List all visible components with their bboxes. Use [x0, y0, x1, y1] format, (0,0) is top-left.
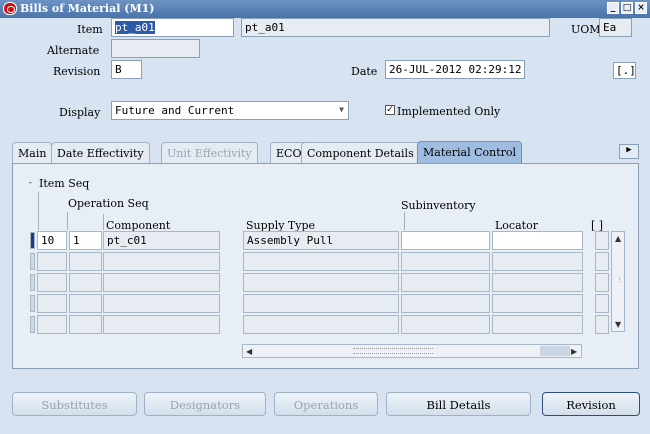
header-separator [404, 212, 405, 230]
scroll-thumb[interactable] [540, 346, 570, 356]
item-field[interactable]: pt_a01 [111, 18, 234, 37]
operation-seq-cell[interactable] [69, 315, 102, 334]
operation-seq-cell[interactable] [69, 252, 102, 271]
item-seq-cell[interactable] [37, 252, 67, 271]
scroll-right-icon[interactable]: ▶ [571, 347, 577, 356]
display-label: Display [59, 106, 101, 119]
title-bar: Bills of Material (M1) _ □ × [0, 0, 650, 18]
vertical-scrollbar[interactable]: ▲ ⋮ ▼ [611, 231, 625, 332]
display-value: Future and Current [115, 104, 235, 117]
item-seq-cell[interactable] [37, 294, 67, 313]
supply-type-cell[interactable] [243, 294, 399, 313]
date-field[interactable]: 26-JUL-2012 02:29:12 [385, 60, 525, 79]
subinventory-cell[interactable] [401, 231, 490, 250]
item-seq-cell[interactable]: 10 [37, 231, 67, 250]
item-seq-header: Item Seq [39, 177, 90, 190]
chevron-down-icon: ▼ [339, 105, 344, 114]
locator-cell[interactable] [492, 294, 583, 313]
alternate-label: Alternate [47, 44, 100, 57]
implemented-only-label: Implemented Only [397, 105, 501, 118]
uom-field[interactable]: Ea [599, 18, 632, 37]
operation-seq-header: Operation Seq [68, 197, 149, 210]
display-dropdown[interactable]: Future and Current ▼ [111, 101, 349, 120]
tab-scroll-right-icon[interactable]: ▶ [619, 144, 639, 159]
row-indicator[interactable] [30, 295, 35, 312]
scroll-left-icon[interactable]: ◀ [246, 347, 252, 356]
alternate-field[interactable] [111, 39, 200, 58]
close-icon[interactable]: × [635, 2, 647, 14]
item-seq-cell[interactable] [37, 315, 67, 334]
header-separator [103, 214, 104, 230]
scroll-grip-icon[interactable]: ⋮ [616, 276, 623, 284]
subinventory-cell[interactable] [401, 273, 490, 292]
row-indicator[interactable] [30, 316, 35, 333]
component-cell[interactable] [103, 315, 220, 334]
locator-cell[interactable] [492, 252, 583, 271]
tab-material-control[interactable]: Material Control [417, 141, 523, 163]
row-flexfield-cell[interactable] [595, 231, 609, 250]
tab-unit-effectivity[interactable]: Unit Effectivity [161, 142, 258, 163]
locator-cell[interactable] [492, 315, 583, 334]
row-indicator[interactable] [30, 274, 35, 291]
operations-button[interactable]: Operations [274, 392, 378, 416]
item-value: pt_a01 [115, 21, 155, 34]
header-separator [67, 212, 68, 230]
operation-seq-cell[interactable] [69, 273, 102, 292]
tab-main[interactable]: Main [12, 142, 53, 163]
row-flexfield-cell[interactable] [595, 252, 609, 271]
supply-type-cell[interactable]: Assembly Pull [243, 231, 399, 250]
item-label: Item [77, 23, 103, 36]
row-flexfield-cell[interactable] [595, 315, 609, 334]
collapse-icon[interactable]: - [29, 178, 32, 187]
tab-component-details[interactable]: Component Details [301, 142, 420, 163]
subinventory-header: Subinventory [401, 199, 476, 212]
descriptive-flexfield[interactable]: [.] [613, 62, 636, 79]
item-seq-cell[interactable] [37, 273, 67, 292]
scroll-grip-icon[interactable] [353, 348, 433, 354]
locator-cell[interactable] [492, 273, 583, 292]
operation-seq-cell[interactable] [69, 294, 102, 313]
revision-label: Revision [53, 65, 101, 78]
scroll-up-icon[interactable]: ▲ [615, 234, 621, 243]
locator-cell[interactable] [492, 231, 583, 250]
scroll-down-icon[interactable]: ▼ [615, 320, 621, 329]
operation-seq-cell[interactable]: 1 [69, 231, 102, 250]
maximize-icon[interactable]: □ [621, 2, 633, 14]
subinventory-cell[interactable] [401, 315, 490, 334]
subinventory-cell[interactable] [401, 252, 490, 271]
row-flexfield-cell[interactable] [595, 273, 609, 292]
header-separator [38, 192, 39, 230]
row-flexfield-cell[interactable] [595, 294, 609, 313]
component-cell[interactable]: pt_c01 [103, 231, 220, 250]
tab-date-effectivity[interactable]: Date Effectivity [51, 142, 150, 163]
supply-type-cell[interactable] [243, 252, 399, 271]
uom-label: UOM [571, 23, 601, 36]
item-description-field[interactable]: pt_a01 [241, 18, 550, 37]
supply-type-cell[interactable] [243, 315, 399, 334]
date-label: Date [351, 65, 378, 78]
subinventory-cell[interactable] [401, 294, 490, 313]
minimize-icon[interactable]: _ [607, 2, 619, 14]
horizontal-scrollbar[interactable]: ◀ ▶ [242, 344, 582, 358]
bill-details-button[interactable]: Bill Details [386, 392, 531, 416]
substitutes-button[interactable]: Substitutes [12, 392, 137, 416]
component-cell[interactable] [103, 273, 220, 292]
designators-button[interactable]: Designators [144, 392, 266, 416]
revision-field[interactable]: B [111, 60, 142, 79]
component-cell[interactable] [103, 252, 220, 271]
oracle-app-icon [3, 2, 17, 15]
row-indicator[interactable] [30, 253, 35, 270]
row-indicator[interactable] [30, 232, 35, 249]
implemented-only-checkbox[interactable]: ✓ [385, 105, 395, 115]
supply-type-cell[interactable] [243, 273, 399, 292]
component-cell[interactable] [103, 294, 220, 313]
revision-button[interactable]: Revision [542, 392, 640, 416]
window-title: Bills of Material (M1) [20, 2, 155, 15]
